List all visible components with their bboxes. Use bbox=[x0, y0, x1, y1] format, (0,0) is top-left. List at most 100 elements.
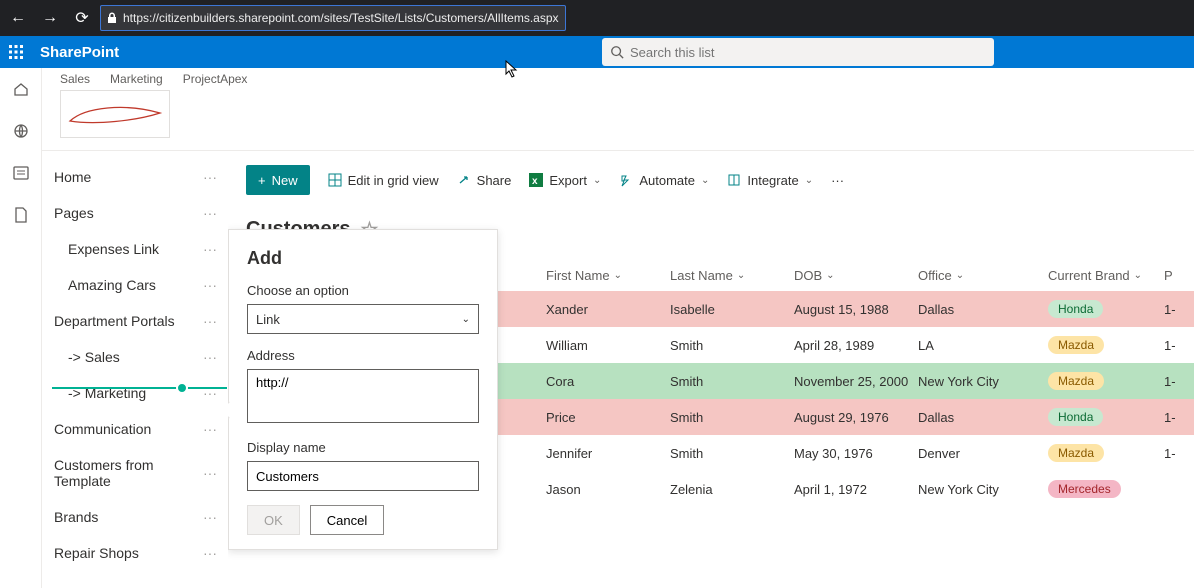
overflow-button[interactable]: ··· bbox=[831, 173, 844, 188]
chevron-down-icon: ⌄ bbox=[737, 270, 745, 281]
cell-brand: Mercedes bbox=[1048, 480, 1164, 498]
command-bar: +New Edit in grid view Share xExport⌄ Au… bbox=[246, 165, 1194, 195]
choose-label: Choose an option bbox=[247, 283, 479, 298]
col-phone[interactable]: P bbox=[1164, 268, 1192, 283]
chevron-down-icon: ⌄ bbox=[826, 270, 834, 281]
brand-pill: Honda bbox=[1048, 300, 1103, 318]
cell-dob: November 25, 2000 bbox=[794, 374, 918, 389]
url-bar[interactable]: https://citizenbuilders.sharepoint.com/s… bbox=[100, 5, 566, 31]
col-office[interactable]: Office⌄ bbox=[918, 268, 1048, 283]
choose-select[interactable]: Link⌄ bbox=[247, 304, 479, 334]
leftnav-customers-template[interactable]: Customers from Template··· bbox=[42, 447, 227, 499]
brand-label: SharePoint bbox=[40, 44, 119, 61]
search-box[interactable] bbox=[602, 38, 994, 66]
ok-button[interactable]: OK bbox=[247, 505, 300, 535]
automate-button[interactable]: Automate⌄ bbox=[619, 173, 709, 188]
topnav-sales[interactable]: Sales bbox=[60, 72, 90, 86]
leftnav-sales[interactable]: -> Sales··· bbox=[42, 339, 227, 375]
col-brand[interactable]: Current Brand⌄ bbox=[1048, 268, 1164, 283]
cell-office: New York City bbox=[918, 482, 1048, 497]
more-icon[interactable]: ··· bbox=[203, 169, 217, 185]
more-icon: ··· bbox=[831, 173, 844, 188]
brand-pill: Mercedes bbox=[1048, 480, 1121, 498]
leftnav-pages[interactable]: Pages··· bbox=[42, 195, 227, 231]
cell-ln: Smith bbox=[670, 374, 794, 389]
export-button[interactable]: xExport⌄ bbox=[529, 173, 601, 188]
lock-icon bbox=[107, 12, 117, 24]
app-launcher-icon[interactable] bbox=[0, 36, 32, 68]
cell-phone: 1- bbox=[1164, 374, 1192, 389]
plus-icon: + bbox=[258, 173, 266, 188]
leftnav-dept-portals[interactable]: Department Portals··· bbox=[42, 303, 227, 339]
brand-pill: Mazda bbox=[1048, 336, 1104, 354]
col-lastname[interactable]: Last Name⌄ bbox=[670, 268, 794, 283]
home-icon[interactable] bbox=[12, 80, 30, 98]
cell-office: Dallas bbox=[918, 302, 1048, 317]
cell-fn: William bbox=[546, 338, 670, 353]
back-button[interactable]: ← bbox=[4, 4, 32, 32]
cell-dob: April 1, 1972 bbox=[794, 482, 918, 497]
cell-dob: May 30, 1976 bbox=[794, 446, 918, 461]
cell-fn: Price bbox=[546, 410, 670, 425]
cell-fn: Xander bbox=[546, 302, 670, 317]
dialog-arrow-icon bbox=[228, 402, 237, 419]
chevron-down-icon: ⌄ bbox=[805, 175, 813, 186]
leftnav-home[interactable]: Home··· bbox=[42, 159, 227, 195]
cell-office: Dallas bbox=[918, 410, 1048, 425]
brand-pill: Mazda bbox=[1048, 372, 1104, 390]
mini-rail bbox=[0, 68, 42, 588]
cell-ln: Zelenia bbox=[670, 482, 794, 497]
brand-pill: Mazda bbox=[1048, 444, 1104, 462]
cell-fn: Jason bbox=[546, 482, 670, 497]
cancel-button[interactable]: Cancel bbox=[310, 505, 384, 535]
globe-icon[interactable] bbox=[12, 122, 30, 140]
cell-fn: Cora bbox=[546, 374, 670, 389]
leftnav-repair-shops[interactable]: Repair Shops··· bbox=[42, 535, 227, 571]
cell-brand: Mazda bbox=[1048, 336, 1164, 354]
search-icon bbox=[610, 45, 624, 59]
cell-office: Denver bbox=[918, 446, 1048, 461]
forward-button[interactable]: → bbox=[36, 4, 64, 32]
leftnav-brands[interactable]: Brands··· bbox=[42, 499, 227, 535]
chevron-down-icon: ⌄ bbox=[956, 270, 964, 281]
cell-brand: Honda bbox=[1048, 408, 1164, 426]
topnav-projectapex[interactable]: ProjectApex bbox=[183, 72, 248, 86]
brand-pill: Honda bbox=[1048, 408, 1103, 426]
share-button[interactable]: Share bbox=[457, 173, 512, 188]
cell-office: New York City bbox=[918, 374, 1048, 389]
cell-ln: Smith bbox=[670, 410, 794, 425]
chevron-down-icon: ⌄ bbox=[1134, 270, 1142, 281]
site-header: Sales Marketing ProjectApex bbox=[42, 68, 1194, 151]
add-link-dialog: Add Choose an option Link⌄ Address Displ… bbox=[228, 229, 498, 550]
leftnav-communication[interactable]: Communication··· bbox=[42, 411, 227, 447]
sharepoint-header: SharePoint bbox=[0, 36, 1194, 68]
chevron-down-icon: ⌄ bbox=[462, 314, 470, 325]
chevron-down-icon: ⌄ bbox=[701, 175, 709, 186]
integrate-button[interactable]: Integrate⌄ bbox=[727, 173, 813, 188]
file-icon[interactable] bbox=[12, 206, 30, 224]
address-input[interactable] bbox=[247, 369, 479, 423]
cell-phone: 1- bbox=[1164, 410, 1192, 425]
cell-phone: 1- bbox=[1164, 446, 1192, 461]
browser-bar: ← → ⟳ https://citizenbuilders.sharepoint… bbox=[0, 0, 1194, 36]
leftnav-amazing-cars[interactable]: Amazing Cars··· bbox=[42, 267, 227, 303]
cell-ln: Smith bbox=[670, 446, 794, 461]
cell-brand: Honda bbox=[1048, 300, 1164, 318]
dialog-title: Add bbox=[247, 248, 479, 269]
topnav-marketing[interactable]: Marketing bbox=[110, 72, 163, 86]
insert-handle-icon[interactable] bbox=[176, 382, 188, 394]
insert-marker bbox=[52, 387, 227, 389]
search-input[interactable] bbox=[630, 45, 986, 60]
news-icon[interactable] bbox=[12, 164, 30, 182]
leftnav-expenses[interactable]: Expenses Link··· bbox=[42, 231, 227, 267]
leftnav-marketing[interactable]: -> Marketing··· bbox=[42, 375, 227, 411]
new-button[interactable]: +New bbox=[246, 165, 310, 195]
reload-button[interactable]: ⟳ bbox=[68, 4, 96, 32]
cell-dob: April 28, 1989 bbox=[794, 338, 918, 353]
col-dob[interactable]: DOB⌄ bbox=[794, 268, 918, 283]
edit-grid-button[interactable]: Edit in grid view bbox=[328, 173, 439, 188]
display-name-input[interactable] bbox=[247, 461, 479, 491]
site-logo bbox=[60, 90, 170, 138]
col-firstname[interactable]: First Name⌄ bbox=[546, 268, 670, 283]
chevron-down-icon: ⌄ bbox=[593, 175, 601, 186]
